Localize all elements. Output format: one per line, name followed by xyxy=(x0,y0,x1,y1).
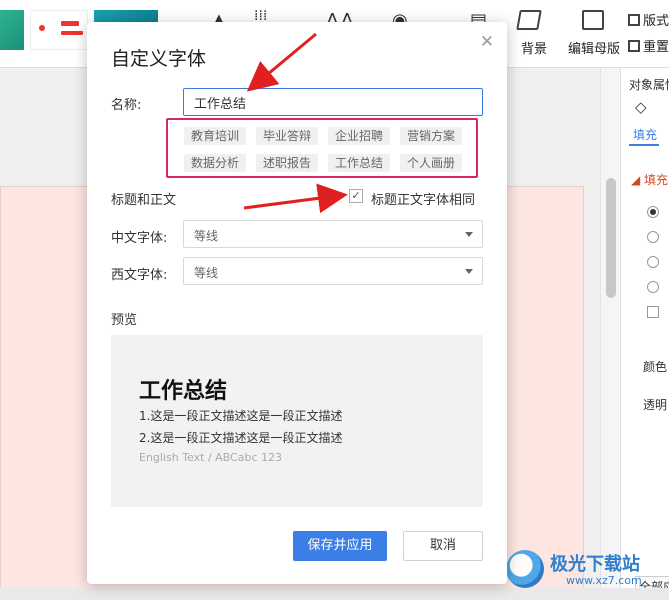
title-body-label: 标题和正文 xyxy=(111,193,177,208)
font-name-input[interactable] xyxy=(183,88,483,116)
scrollbar-thumb[interactable] xyxy=(606,178,616,298)
watermark-title: 极光下载站 xyxy=(550,554,640,575)
close-icon[interactable]: ✕ xyxy=(479,34,495,51)
vertical-scrollbar[interactable] xyxy=(600,68,620,588)
same-font-label[interactable]: 标题正文字体相同 xyxy=(371,189,475,208)
cancel-button[interactable]: 取消 xyxy=(403,531,483,561)
dialog-title: 自定义字体 xyxy=(111,48,207,70)
panel-title: 对象属性 xyxy=(629,78,669,92)
background-button[interactable]: 背景 xyxy=(500,6,560,64)
template-thumbnail[interactable] xyxy=(30,10,88,50)
preset-tag[interactable]: 教育培训 xyxy=(184,127,247,145)
edit-master-icon xyxy=(582,10,604,30)
preview-label: 预览 xyxy=(111,313,138,328)
fill-section-header[interactable]: ◢ 填充 xyxy=(631,171,668,188)
object-properties-panel: 对象属性 ◇ 填充 ◢ 填充 颜色 透明 全部应 xyxy=(620,68,669,600)
same-font-checkbox[interactable]: ✓ xyxy=(349,189,363,203)
western-font-value: 等线 xyxy=(194,266,219,280)
color-label: 颜色 xyxy=(643,360,668,374)
fill-bucket-icon[interactable]: ◇ xyxy=(635,98,647,116)
tab-fill[interactable]: 填充 xyxy=(633,126,657,143)
name-label: 名称: xyxy=(111,98,142,113)
preset-tag[interactable]: 述职报告 xyxy=(256,154,319,172)
preset-tag[interactable]: 个人画册 xyxy=(400,154,463,172)
layout-button[interactable]: 版式 xyxy=(628,10,669,29)
chevron-down-icon xyxy=(465,232,473,237)
fill-option-radio[interactable] xyxy=(647,206,659,218)
font-preview-panel: 工作总结 1.这是一段正文描述这是一段正文描述 2.这是一段正文描述这是一段正文… xyxy=(111,335,483,507)
fill-option-radio[interactable] xyxy=(647,281,659,293)
fill-option-radio[interactable] xyxy=(647,256,659,268)
preview-title: 工作总结 xyxy=(139,379,228,404)
background-icon xyxy=(516,10,542,30)
preset-tag[interactable]: 营销方案 xyxy=(400,127,463,145)
preset-tag[interactable]: 数据分析 xyxy=(184,154,247,172)
edit-master-label: 编辑母版 xyxy=(567,42,620,57)
save-and-apply-button[interactable]: 保存并应用 xyxy=(293,531,387,561)
template-thumbnail[interactable] xyxy=(0,10,24,50)
edit-master-button[interactable]: 编辑母版 xyxy=(564,6,624,64)
layout-label: 版式 xyxy=(643,14,669,29)
hide-graphics-checkbox[interactable] xyxy=(647,306,659,318)
western-font-select[interactable]: 等线 xyxy=(183,257,483,285)
preset-names-box: 教育培训 毕业答辩 企业招聘 营销方案 数据分析 述职报告 工作总结 个人画册 xyxy=(166,118,478,178)
custom-font-dialog: 自定义字体 ✕ 名称: 教育培训 毕业答辩 企业招聘 营销方案 数据分析 述职报… xyxy=(87,22,507,584)
fill-option-radio[interactable] xyxy=(647,231,659,243)
reset-icon xyxy=(628,40,640,52)
background-label: 背景 xyxy=(520,42,547,57)
site-watermark: 极光下载站 www.xz7.com xyxy=(506,548,666,592)
tab-underline xyxy=(629,144,659,146)
reset-label: 重置 xyxy=(643,40,669,55)
reset-button[interactable]: 重置 xyxy=(628,36,669,55)
chinese-font-select[interactable]: 等线 xyxy=(183,220,483,248)
layout-icon xyxy=(628,14,640,26)
preview-body-line: 1.这是一段正文描述这是一段正文描述 xyxy=(139,409,343,423)
western-font-label: 西文字体: xyxy=(111,268,168,283)
preview-english-text: English Text / ABCabc 123 xyxy=(139,451,282,464)
preset-tag[interactable]: 工作总结 xyxy=(328,154,391,172)
preview-body-line: 2.这是一段正文描述这是一段正文描述 xyxy=(139,431,343,445)
chevron-down-icon xyxy=(465,269,473,274)
preset-tag[interactable]: 毕业答辩 xyxy=(256,127,319,145)
watermark-logo-icon xyxy=(506,550,544,588)
transparency-label: 透明 xyxy=(643,398,668,412)
watermark-url: www.xz7.com xyxy=(566,574,642,587)
chinese-font-label: 中文字体: xyxy=(111,231,168,246)
fill-section-label: 填充 xyxy=(644,173,669,187)
preset-tag[interactable]: 企业招聘 xyxy=(328,127,391,145)
chinese-font-value: 等线 xyxy=(194,229,219,243)
